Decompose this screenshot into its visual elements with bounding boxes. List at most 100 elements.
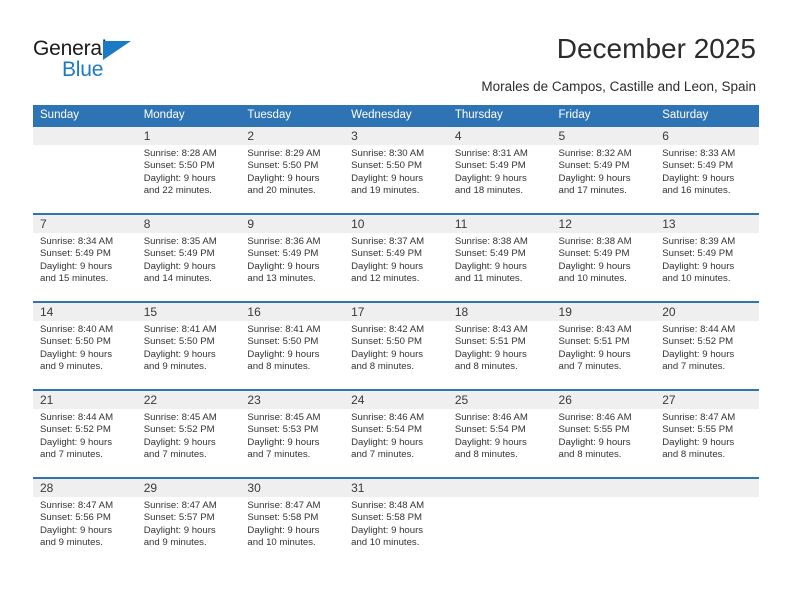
daylight-text-line1: Daylight: 9 hours [662, 436, 735, 448]
day-number: 16 [240, 303, 345, 321]
daylight-text-line2: and 19 minutes. [351, 185, 420, 197]
day-cell[interactable]: 27 Sunrise: 8:47 AM Sunset: 5:55 PM Dayligh… [655, 389, 759, 478]
day-info: Sunrise: 8:37 AM Sunset: 5:49 PM Daylight:… [344, 233, 448, 286]
day-cell[interactable]: 3 Sunrise: 8:30 AM Sunset: 5:50 PM Daylight… [344, 125, 448, 214]
day-cell[interactable]: 21 Sunrise: 8:44 AM Sunset: 5:52 PM Dayligh… [33, 389, 137, 478]
daylight-text-line1: Daylight: 9 hours [143, 260, 216, 272]
day-info: Sunrise: 8:32 AM Sunset: 5:49 PM Daylight:… [552, 145, 656, 198]
day-cell[interactable] [551, 477, 656, 564]
sunrise-text: Sunrise: 8:29 AM [247, 148, 321, 159]
day-cell[interactable]: 6 Sunrise: 8:33 AM Sunset: 5:49 PM Daylight… [655, 125, 759, 214]
day-number: 15 [136, 303, 241, 321]
day-cell[interactable]: 25 Sunrise: 8:46 AM Sunset: 5:54 PM Dayligh… [447, 389, 552, 478]
day-cell[interactable]: 28 Sunrise: 8:47 AM Sunset: 5:56 PM Dayligh… [33, 477, 137, 564]
day-number: 29 [136, 479, 241, 497]
daylight-text-line1: Daylight: 9 hours [351, 172, 424, 184]
day-cell[interactable]: 29 Sunrise: 8:47 AM Sunset: 5:57 PM Dayligh… [136, 477, 241, 564]
day-cell[interactable]: 31 Sunrise: 8:48 AM Sunset: 5:58 PM Dayligh… [344, 477, 448, 564]
day-info: Sunrise: 8:48 AM Sunset: 5:58 PM Daylight:… [344, 497, 448, 550]
day-cell[interactable]: 18 Sunrise: 8:43 AM Sunset: 5:51 PM Dayligh… [447, 301, 552, 390]
day-number: 7 [33, 215, 137, 233]
day-number: 19 [551, 303, 656, 321]
day-cell[interactable]: 24 Sunrise: 8:46 AM Sunset: 5:54 PM Dayligh… [344, 389, 448, 478]
day-info: Sunrise: 8:34 AM Sunset: 5:49 PM Daylight:… [33, 233, 137, 286]
day-cell[interactable]: 8 Sunrise: 8:35 AM Sunset: 5:49 PM Daylight… [136, 213, 241, 302]
daylight-text-line1: Daylight: 9 hours [454, 436, 527, 448]
day-cell[interactable]: 26 Sunrise: 8:46 AM Sunset: 5:55 PM Dayligh… [551, 389, 656, 478]
day-info: Sunrise: 8:28 AM Sunset: 5:50 PM Daylight:… [137, 145, 241, 198]
daylight-text-line2: and 11 minutes. [454, 273, 523, 285]
daylight-text-line2: and 13 minutes. [247, 273, 316, 285]
day-cell[interactable]: 5 Sunrise: 8:32 AM Sunset: 5:49 PM Daylight… [551, 125, 656, 214]
day-info: Sunrise: 8:43 AM Sunset: 5:51 PM Daylight:… [552, 321, 656, 374]
day-info: Sunrise: 8:36 AM Sunset: 5:49 PM Daylight:… [240, 233, 344, 286]
day-info [33, 145, 137, 148]
day-cell[interactable]: 4 Sunrise: 8:31 AM Sunset: 5:49 PM Daylight… [447, 125, 552, 214]
weekday-header-saturday: Saturday [655, 105, 759, 126]
sunset-text: Sunset: 5:50 PM [351, 160, 423, 172]
day-cell[interactable]: 13 Sunrise: 8:39 AM Sunset: 5:49 PM Dayligh… [655, 213, 759, 302]
weekday-header-thursday: Thursday [447, 105, 552, 126]
day-number: 12 [551, 215, 656, 233]
day-cell[interactable]: 22 Sunrise: 8:45 AM Sunset: 5:52 PM Dayligh… [136, 389, 241, 478]
sunrise-text: Sunrise: 8:46 AM [351, 412, 425, 423]
day-number: 21 [33, 391, 137, 409]
day-cell[interactable] [655, 477, 759, 564]
day-info: Sunrise: 8:45 AM Sunset: 5:53 PM Daylight:… [240, 409, 344, 462]
day-cell[interactable]: 14 Sunrise: 8:40 AM Sunset: 5:50 PM Dayligh… [33, 301, 137, 390]
day-cell[interactable] [33, 125, 137, 214]
day-cell[interactable]: 10 Sunrise: 8:37 AM Sunset: 5:49 PM Dayligh… [344, 213, 448, 302]
day-cell[interactable] [447, 477, 552, 564]
sunrise-text: Sunrise: 8:41 AM [143, 324, 217, 335]
daylight-text-line2: and 14 minutes. [143, 273, 212, 285]
sunrise-text: Sunrise: 8:45 AM [143, 412, 217, 423]
sunrise-text: Sunrise: 8:47 AM [40, 500, 114, 511]
daylight-text-line2: and 7 minutes. [662, 361, 726, 373]
daylight-text-line1: Daylight: 9 hours [143, 524, 216, 536]
day-cell[interactable]: 16 Sunrise: 8:41 AM Sunset: 5:50 PM Dayligh… [240, 301, 345, 390]
daylight-text-line1: Daylight: 9 hours [454, 348, 527, 360]
sunset-text: Sunset: 5:54 PM [351, 424, 423, 436]
day-cell[interactable]: 30 Sunrise: 8:47 AM Sunset: 5:58 PM Dayligh… [240, 477, 345, 564]
sunset-text: Sunset: 5:50 PM [40, 336, 111, 348]
generalblue-logo: General Blue [33, 38, 143, 84]
page-title: December 2025 [556, 33, 756, 64]
sunrise-text: Sunrise: 8:28 AM [143, 148, 217, 159]
day-number: 10 [344, 215, 448, 233]
day-cell[interactable]: 11 Sunrise: 8:38 AM Sunset: 5:49 PM Dayligh… [447, 213, 552, 302]
daylight-text-line1: Daylight: 9 hours [247, 348, 320, 360]
weekday-header-monday: Monday [136, 105, 241, 126]
day-info: Sunrise: 8:47 AM Sunset: 5:55 PM Daylight:… [655, 409, 759, 462]
sunrise-text: Sunrise: 8:47 AM [143, 500, 217, 511]
sunrise-text: Sunrise: 8:47 AM [662, 412, 736, 423]
sunrise-text: Sunrise: 8:32 AM [558, 148, 632, 159]
sunrise-text: Sunrise: 8:46 AM [558, 412, 632, 423]
logo-triangle-icon [103, 41, 131, 60]
day-info: Sunrise: 8:41 AM Sunset: 5:50 PM Daylight:… [240, 321, 344, 374]
week-row: 28 Sunrise: 8:47 AM Sunset: 5:56 PM Dayligh… [33, 477, 759, 564]
daylight-text-line2: and 8 minutes. [454, 361, 518, 373]
day-number: 3 [344, 127, 448, 145]
sunset-text: Sunset: 5:54 PM [454, 424, 526, 436]
sunset-text: Sunset: 5:49 PM [247, 248, 319, 260]
day-info [448, 497, 552, 500]
daylight-text-line2: and 17 minutes. [558, 185, 627, 197]
day-cell[interactable]: 23 Sunrise: 8:45 AM Sunset: 5:53 PM Dayligh… [240, 389, 345, 478]
day-cell[interactable]: 7 Sunrise: 8:34 AM Sunset: 5:49 PM Daylight… [33, 213, 137, 302]
day-info: Sunrise: 8:38 AM Sunset: 5:49 PM Daylight:… [448, 233, 552, 286]
day-cell[interactable]: 20 Sunrise: 8:44 AM Sunset: 5:52 PM Dayligh… [655, 301, 759, 390]
day-cell[interactable]: 12 Sunrise: 8:38 AM Sunset: 5:49 PM Dayligh… [551, 213, 656, 302]
day-cell[interactable]: 15 Sunrise: 8:41 AM Sunset: 5:50 PM Dayligh… [136, 301, 241, 390]
day-number: 20 [655, 303, 759, 321]
day-cell[interactable]: 2 Sunrise: 8:29 AM Sunset: 5:50 PM Daylight… [240, 125, 345, 214]
calendar-grid: Sunday Monday Tuesday Wednesday Thursday… [33, 105, 759, 564]
sunset-text: Sunset: 5:49 PM [558, 160, 630, 172]
day-number: 17 [344, 303, 448, 321]
day-cell[interactable]: 1 Sunrise: 8:28 AM Sunset: 5:50 PM Daylight… [136, 125, 241, 214]
daylight-text-line1: Daylight: 9 hours [247, 524, 320, 536]
day-cell[interactable]: 19 Sunrise: 8:43 AM Sunset: 5:51 PM Dayligh… [551, 301, 656, 390]
sunset-text: Sunset: 5:58 PM [351, 512, 423, 524]
sunset-text: Sunset: 5:52 PM [40, 424, 111, 436]
day-cell[interactable]: 17 Sunrise: 8:42 AM Sunset: 5:50 PM Dayligh… [344, 301, 448, 390]
day-cell[interactable]: 9 Sunrise: 8:36 AM Sunset: 5:49 PM Daylight… [240, 213, 345, 302]
